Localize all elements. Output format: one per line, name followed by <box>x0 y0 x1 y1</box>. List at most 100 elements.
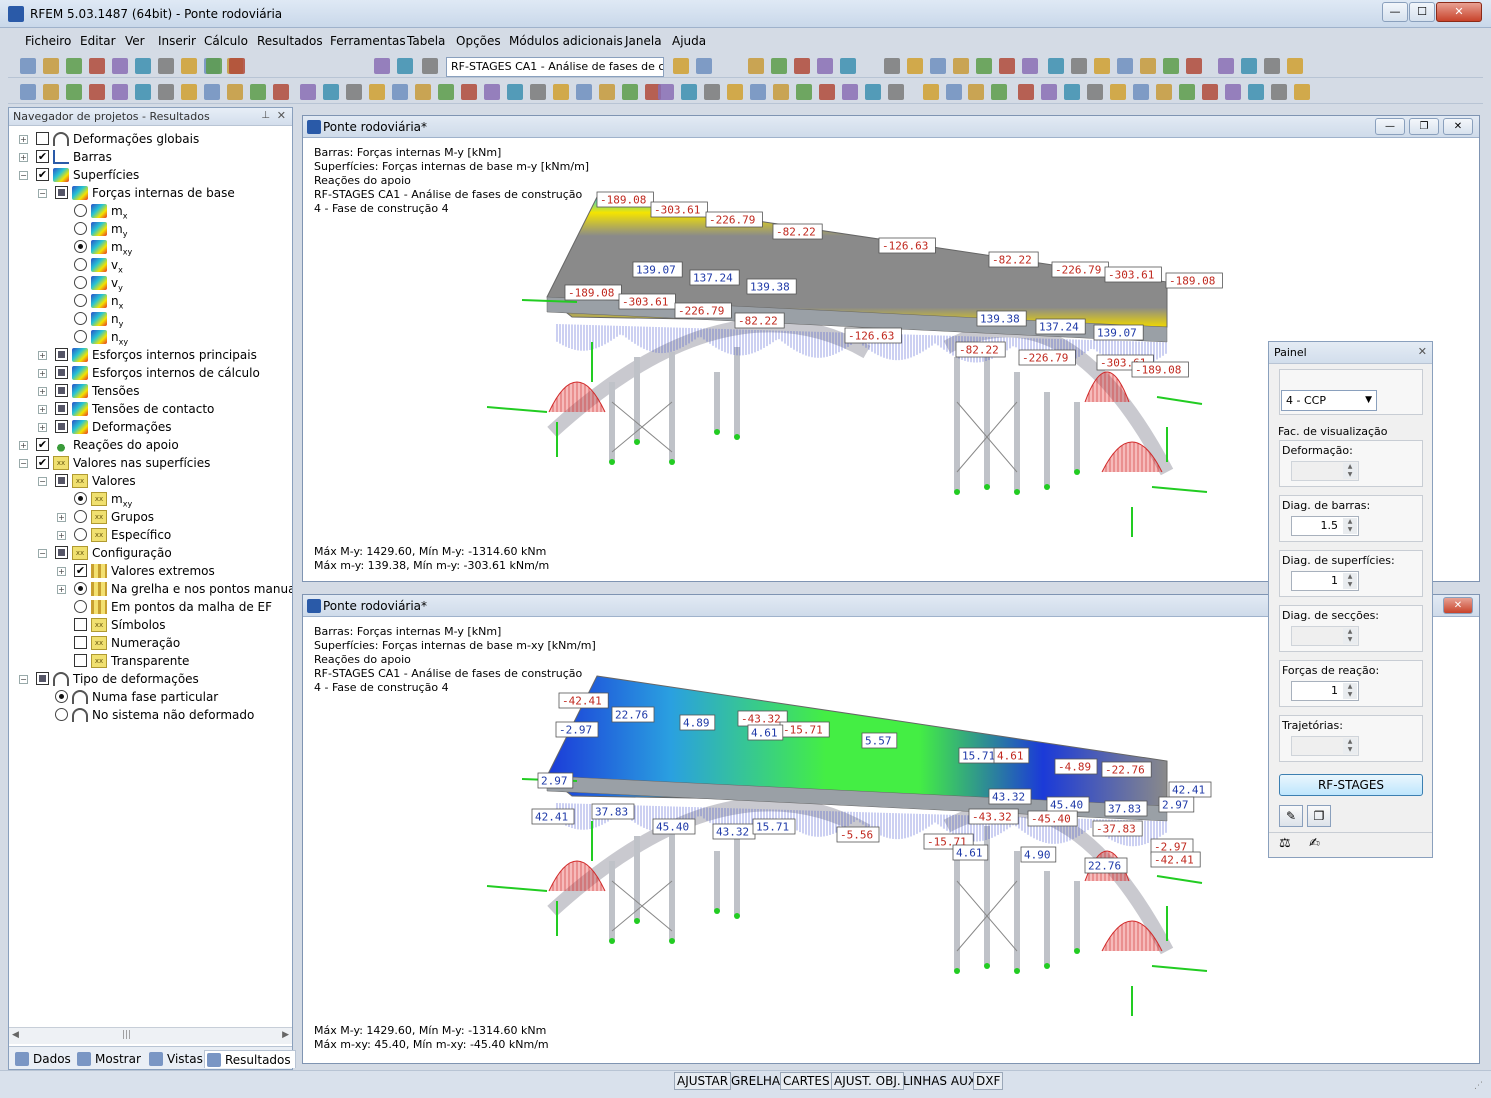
tree-item[interactable]: + Deformações <box>9 418 292 436</box>
toolbar-tool-icon[interactable] <box>907 58 923 74</box>
toolbar-tool-icon[interactable] <box>1225 84 1241 100</box>
toolbar-tool-icon[interactable] <box>840 58 856 74</box>
toolbar-tool-icon[interactable] <box>66 84 82 100</box>
toolbar-tool-icon[interactable] <box>1048 58 1064 74</box>
tab-resultados[interactable]: Resultados <box>204 1050 296 1068</box>
tree-item[interactable]: No sistema não deformado <box>9 706 292 724</box>
tree-item[interactable]: nx <box>9 292 292 310</box>
toolbar-tool-icon[interactable] <box>884 58 900 74</box>
toolbar-tool-icon[interactable] <box>204 84 220 100</box>
collapse-icon[interactable]: − <box>38 189 47 198</box>
expand-icon[interactable]: + <box>38 423 47 432</box>
toolbar-tool-icon[interactable] <box>999 58 1015 74</box>
navigator-horizontal-scrollbar[interactable]: ◀ ||| ▶ <box>9 1027 292 1044</box>
toolbar-tool-icon[interactable] <box>773 84 789 100</box>
radio-button[interactable] <box>74 510 87 523</box>
menu-calculo[interactable]: Cálculo <box>204 34 248 48</box>
tree-item[interactable]: mxy <box>9 238 292 256</box>
toolbar-tool-icon[interactable] <box>1041 84 1057 100</box>
toolbar-tool-icon[interactable] <box>112 58 128 74</box>
checkbox[interactable]: ✔ <box>36 456 49 469</box>
tree-item[interactable]: + ✔ Valores extremos <box>9 562 292 580</box>
radio-button[interactable] <box>74 222 87 235</box>
radio-button[interactable] <box>55 690 68 703</box>
toolbar-tool-icon[interactable] <box>181 84 197 100</box>
balance-icon[interactable]: ⚖ <box>1279 836 1291 851</box>
toolbar-tool-icon[interactable] <box>1186 58 1202 74</box>
checkbox[interactable] <box>36 132 49 145</box>
toolbar-tool-icon[interactable] <box>771 58 787 74</box>
tree-item[interactable]: + Na grelha e nos pontos manualme <box>9 580 292 598</box>
toolbar-tool-icon[interactable] <box>1271 84 1287 100</box>
toolbar-tool-icon[interactable] <box>946 84 962 100</box>
toolbar-tool-icon[interactable] <box>1018 84 1034 100</box>
toolbar-tool-icon[interactable] <box>748 58 764 74</box>
expand-icon[interactable]: + <box>57 531 66 540</box>
toolbar-tool-icon[interactable] <box>923 84 939 100</box>
menu-tabela[interactable]: Tabela <box>407 34 445 48</box>
toolbar-tool-icon[interactable] <box>817 58 833 74</box>
tab-dados[interactable]: Dados <box>13 1050 71 1068</box>
pen-icon[interactable]: ✍ <box>1309 836 1320 851</box>
partial-checkbox[interactable] <box>55 402 68 415</box>
menu-editar[interactable]: Editar <box>80 34 116 48</box>
tab-vistas[interactable]: Vistas <box>147 1050 203 1068</box>
toolbar-tool-icon[interactable] <box>599 84 615 100</box>
toolbar-tool-icon[interactable] <box>704 84 720 100</box>
tree-item[interactable]: + xx Grupos <box>9 508 292 526</box>
tree-item[interactable]: − ✔ xx Valores nas superfícies <box>9 454 292 472</box>
object-snap-button[interactable]: AJUST. OBJ. <box>831 1072 904 1090</box>
toolbar-tool-icon[interactable] <box>750 84 766 100</box>
toolbar-tool-icon[interactable] <box>1133 84 1149 100</box>
toolbar-tool-icon[interactable] <box>300 84 316 100</box>
toolbar-tool-icon[interactable] <box>1294 84 1310 100</box>
tree-item[interactable]: + Esforços internos de cálculo <box>9 364 292 382</box>
factor-spinner[interactable]: 1.5 <box>1291 516 1359 536</box>
toolbar-tool-icon[interactable] <box>181 58 197 74</box>
expand-icon[interactable]: + <box>19 441 28 450</box>
toolbar-tool-icon[interactable] <box>158 84 174 100</box>
toolbar-tool-icon[interactable] <box>819 84 835 100</box>
menu-modulos-adicionais[interactable]: Módulos adicionais <box>509 34 623 48</box>
menu-ficheiro[interactable]: Ficheiro <box>25 34 71 48</box>
expand-icon[interactable]: + <box>19 135 28 144</box>
tree-item[interactable]: + Esforços internos principais <box>9 346 292 364</box>
toolbar-tool-icon[interactable] <box>227 84 243 100</box>
tree-item[interactable]: + Tensões de contacto <box>9 400 292 418</box>
expand-icon[interactable]: + <box>57 513 66 522</box>
toolbar-tool-icon[interactable] <box>112 84 128 100</box>
toolbar-tool-icon[interactable] <box>1110 84 1126 100</box>
radio-button[interactable] <box>74 294 87 307</box>
toolbar-tool-icon[interactable] <box>392 84 408 100</box>
toolbar-tool-icon[interactable] <box>250 84 266 100</box>
checkbox[interactable] <box>74 618 87 631</box>
viewport-bottom-close-button[interactable]: ✕ <box>1443 597 1473 614</box>
tree-item[interactable]: ny <box>9 310 292 328</box>
expand-icon[interactable]: + <box>19 153 28 162</box>
tree-item[interactable]: vy <box>9 274 292 292</box>
toolbar-tool-icon[interactable] <box>1218 58 1234 74</box>
partial-checkbox[interactable] <box>55 384 68 397</box>
checkbox[interactable]: ✔ <box>36 150 49 163</box>
expand-icon[interactable]: + <box>38 387 47 396</box>
radio-button[interactable] <box>74 312 87 325</box>
toolbar-tool-icon[interactable] <box>1264 58 1280 74</box>
partial-checkbox[interactable] <box>55 546 68 559</box>
toolbar-tool-icon[interactable] <box>673 58 689 74</box>
toolbar-tool-icon[interactable] <box>461 84 477 100</box>
collapse-icon[interactable]: − <box>19 675 28 684</box>
toolbar-tool-icon[interactable] <box>397 58 413 74</box>
menu-ajuda[interactable]: Ajuda <box>672 34 706 48</box>
guidelines-button[interactable]: LINHAS AUX. <box>900 1072 983 1090</box>
tree-item[interactable]: + Deformações globais <box>9 130 292 148</box>
toolbar-tool-icon[interactable] <box>66 58 82 74</box>
toolbar-tool-icon[interactable] <box>507 84 523 100</box>
maximize-button[interactable]: ☐ <box>1409 2 1435 22</box>
radio-button[interactable] <box>74 204 87 217</box>
toolbar-tool-icon[interactable] <box>953 58 969 74</box>
radio-button[interactable] <box>74 492 87 505</box>
checkbox[interactable] <box>74 654 87 667</box>
load-case-combo[interactable]: RF-STAGES CA1 - Análise de fases de co <box>446 57 664 77</box>
tree-item[interactable]: mx <box>9 202 292 220</box>
toolbar-tool-icon[interactable] <box>20 58 36 74</box>
